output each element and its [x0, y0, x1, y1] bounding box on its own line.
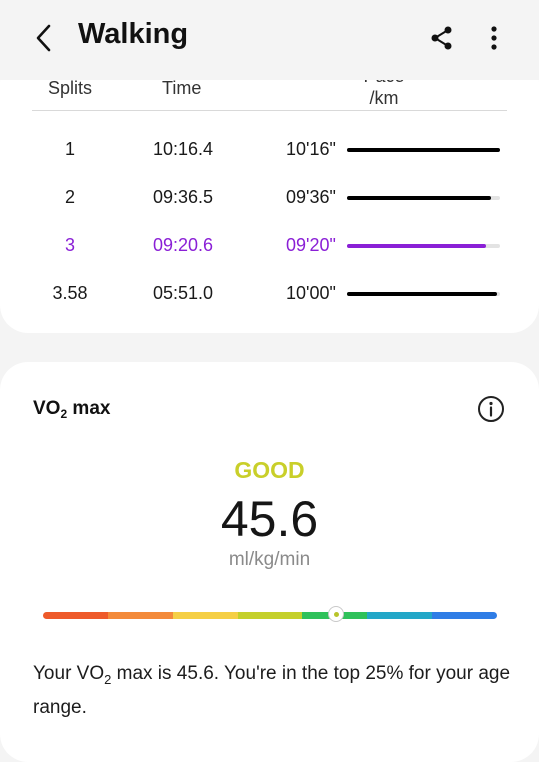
- split-time: 05:51.0: [153, 283, 214, 303]
- split-row: 1 10:16.4 10'16": [0, 131, 539, 171]
- pace-bar-track: [347, 244, 500, 248]
- time-column-header: Time: [162, 78, 202, 98]
- pace-bar: [347, 148, 500, 152]
- split-row: 3 09:20.6 09'20": [0, 227, 539, 267]
- more-vertical-icon: [491, 26, 497, 50]
- vo2-scale-marker: [327, 606, 344, 622]
- vo2-description: Your VO2 max is 45.6. You're in the top …: [33, 660, 513, 722]
- pace-header-line2: /km: [369, 88, 399, 108]
- splits-card: Splits Time Pace /km 1 10:16.4 10'16" 2 …: [0, 55, 539, 333]
- scale-segment: [432, 612, 497, 619]
- vo2-status-label: GOOD: [234, 457, 305, 483]
- split-pace: 09'20": [286, 235, 336, 255]
- split-time: 09:20.6: [153, 235, 214, 255]
- split-pace: 10'00": [286, 283, 336, 303]
- scale-segment: [172, 612, 238, 619]
- more-options-button[interactable]: [478, 20, 510, 56]
- vo2-max-title: VO2 max: [33, 398, 111, 421]
- vo2-unit: ml/kg/min: [228, 549, 311, 570]
- info-icon: [478, 396, 504, 422]
- pace-bar-track: [347, 292, 500, 296]
- back-button[interactable]: [26, 20, 62, 56]
- vo2-rating-scale: [43, 612, 497, 619]
- scale-segment: [237, 612, 303, 619]
- share-button[interactable]: [424, 20, 460, 56]
- split-row: 3.58 05:51.0 10'00": [0, 275, 539, 315]
- page-title: Walking: [78, 18, 189, 50]
- vo2-max-card: VO2 max GOOD 45.6 ml/kg/min Your VO2 max…: [0, 362, 539, 762]
- vo2-title-rest: max: [67, 398, 111, 419]
- vo2-title-subscript: 2: [60, 407, 68, 421]
- split-pace: 09'36": [286, 187, 336, 207]
- chevron-left-icon: [36, 24, 51, 52]
- info-button[interactable]: [476, 394, 506, 424]
- scale-segment: [367, 612, 433, 619]
- pace-bar: [347, 292, 497, 296]
- app-bar: Walking: [0, 0, 539, 80]
- pace-bar-track: [347, 196, 500, 200]
- share-icon: [431, 26, 452, 50]
- vo2-title-main: VO: [33, 398, 61, 419]
- splits-column-header: Splits: [48, 78, 93, 98]
- split-number: 1: [64, 139, 75, 159]
- vo2-value: 45.6: [220, 491, 319, 547]
- scale-segment: [43, 612, 108, 619]
- split-time: 09:36.5: [153, 187, 214, 207]
- split-pace: 10'16": [286, 139, 336, 159]
- split-number: 3: [64, 235, 75, 255]
- pace-bar: [347, 244, 487, 248]
- pace-bar: [347, 196, 491, 200]
- split-row: 2 09:36.5 09'36": [0, 179, 539, 219]
- scale-segment: [107, 612, 173, 619]
- desc-part1: Your VO: [33, 663, 105, 684]
- pace-bar-track: [347, 148, 500, 152]
- split-number: 3.58: [52, 283, 88, 303]
- header-divider: [32, 110, 507, 111]
- split-time: 10:16.4: [153, 139, 214, 159]
- split-number: 2: [64, 187, 75, 207]
